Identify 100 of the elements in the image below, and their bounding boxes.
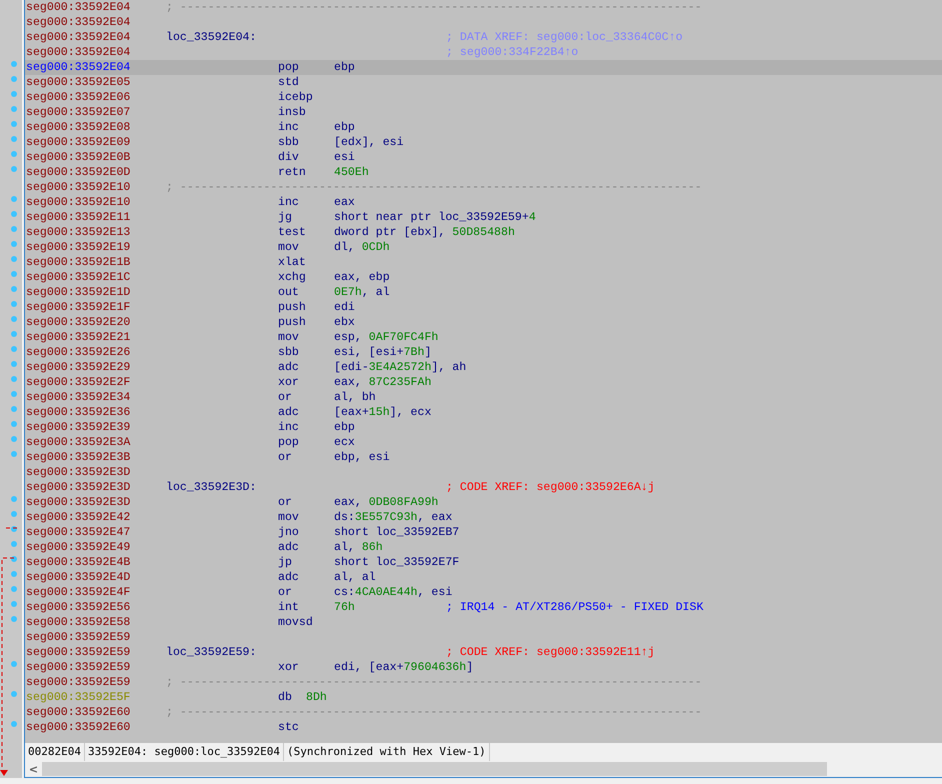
instruction-mnemonic: adc [278,540,300,555]
line-address: seg000:33592E47 [25,525,132,540]
instruction-operands: ecx [334,436,355,449]
instruction-mnemonic: xor [278,660,300,675]
line-address: seg000:33592E04 [25,30,132,45]
instruction-mnemonic: inc [278,195,300,210]
instruction-mnemonic: sbb [278,345,300,360]
instruction-mnemonic: xchg [278,270,307,285]
instruction-mnemonic: jp [278,555,293,570]
line-address: seg000:33592E09 [25,135,132,150]
line-address: seg000:33592E36 [25,405,132,420]
instruction-operands: dword ptr [ebx], 50D85488h [334,226,515,239]
line-address: seg000:33592E2F [25,375,132,390]
line-address: seg000:33592E5F [25,690,132,705]
instruction-mnemonic: mov [278,240,300,255]
instruction-operands: ebp [334,61,355,74]
code-label: loc_33592E59: [166,645,258,660]
instruction-operands: ebp, esi [334,451,390,464]
line-address: seg000:33592E42 [25,510,132,525]
instruction-mnemonic: jno [278,525,300,540]
scrollbar-thumb[interactable] [42,762,827,776]
data-directive: db [278,690,293,705]
instruction-operands: eax [334,196,355,209]
line-address: seg000:33592E26 [25,345,132,360]
line-address: seg000:33592E07 [25,105,132,120]
line-address: seg000:33592E59 [25,645,132,660]
instruction-mnemonic: int [278,600,300,615]
instruction-mnemonic: xor [278,375,300,390]
instruction-operands: esp, 0AF70FC4Fh [334,331,438,344]
instruction-mnemonic: or [278,585,293,600]
separator-comment: ; --------------------------------------------------------------------------- [166,705,702,720]
line-address: seg000:33592E39 [25,420,132,435]
instruction-mnemonic: mov [278,330,300,345]
line-address: seg000:33592E4D [25,570,132,585]
xref-comment: ; CODE XREF: seg000:33592E11↑j [446,645,655,660]
line-address: seg000:33592E19 [25,240,132,255]
instruction-mnemonic: stc [278,720,300,735]
instruction-mnemonic: push [278,315,307,330]
instruction-mnemonic: pop [278,60,300,75]
instruction-operands: ds:3E557C93h, eax [334,511,452,524]
instruction-operands: 76h [334,601,355,614]
instruction-operands: [edi-3E4A2572h], ah [334,361,466,374]
xref-comment: ; seg000:334F22B4↑o [446,45,578,60]
line-address: seg000:33592E04 [25,0,132,15]
line-address: seg000:33592E10 [25,195,132,210]
instruction-operands: al, bh [334,391,376,404]
instruction-mnemonic: inc [278,420,300,435]
instruction-mnemonic: pop [278,435,300,450]
instruction-operands: short near ptr loc_33592E59+4 [334,211,536,224]
xref-comment: ; CODE XREF: seg000:33592E6A↓j [446,480,655,495]
line-address: seg000:33592E59 [25,675,132,690]
code-label: loc_33592E04: [166,30,258,45]
line-address: seg000:33592E3D [25,495,132,510]
line-address: seg000:33592E1F [25,300,132,315]
line-address: seg000:33592E04 [25,45,132,60]
instruction-operands: edi, [eax+79604636h] [334,661,474,674]
instruction-mnemonic: mov [278,510,300,525]
line-address: seg000:33592E3D [25,465,132,480]
separator-comment: ; --------------------------------------------------------------------------- [166,0,702,15]
instruction-comment: ; IRQ14 - AT/XT286/PS50+ - FIXED DISK [446,600,704,615]
instruction-mnemonic: test [278,225,307,240]
instruction-operands: ebp [334,421,355,434]
line-address: seg000:33592E04 [25,60,132,75]
instruction-operands: [edx], esi [334,136,404,149]
data-value: 8Dh [306,690,327,705]
line-address: seg000:33592E49 [25,540,132,555]
line-address: seg000:33592E4F [25,585,132,600]
instruction-mnemonic: insb [278,105,307,120]
separator-comment: ; --------------------------------------------------------------------------- [166,180,702,195]
line-address: seg000:33592E21 [25,330,132,345]
code-label: loc_33592E3D: [166,480,258,495]
instruction-operands: eax, 0DB08FA99h [334,496,438,509]
instruction-mnemonic: retn [278,165,307,180]
instruction-mnemonic: inc [278,120,300,135]
line-address: seg000:33592E04 [25,15,132,30]
instruction-operands: eax, 87C235FAh [334,376,432,389]
instruction-mnemonic: xlat [278,255,307,270]
instruction-operands: al, al [334,571,376,584]
line-address: seg000:33592E1C [25,270,132,285]
line-address: seg000:33592E4B [25,555,132,570]
line-address: seg000:33592E58 [25,615,132,630]
instruction-operands: ebp [334,121,355,134]
line-address: seg000:33592E59 [25,630,132,645]
instruction-mnemonic: or [278,450,293,465]
separator-comment: ; --------------------------------------------------------------------------- [166,675,702,690]
instruction-mnemonic: adc [278,570,300,585]
instruction-mnemonic: or [278,390,293,405]
instruction-mnemonic: or [278,495,293,510]
line-address: seg000:33592E08 [25,120,132,135]
instruction-mnemonic: movsd [278,615,314,630]
line-address: seg000:33592E06 [25,90,132,105]
line-address: seg000:33592E3A [25,435,132,450]
instruction-operands: short loc_33592E7F [334,556,460,569]
instruction-operands: [eax+15h], ecx [334,406,432,419]
instruction-mnemonic: jg [278,210,293,225]
instruction-mnemonic: out [278,285,300,300]
instruction-operands: dl, 0CDh [334,241,390,254]
instruction-mnemonic: adc [278,405,300,420]
line-address: seg000:33592E56 [25,600,132,615]
instruction-operands: 450Eh [334,166,369,179]
